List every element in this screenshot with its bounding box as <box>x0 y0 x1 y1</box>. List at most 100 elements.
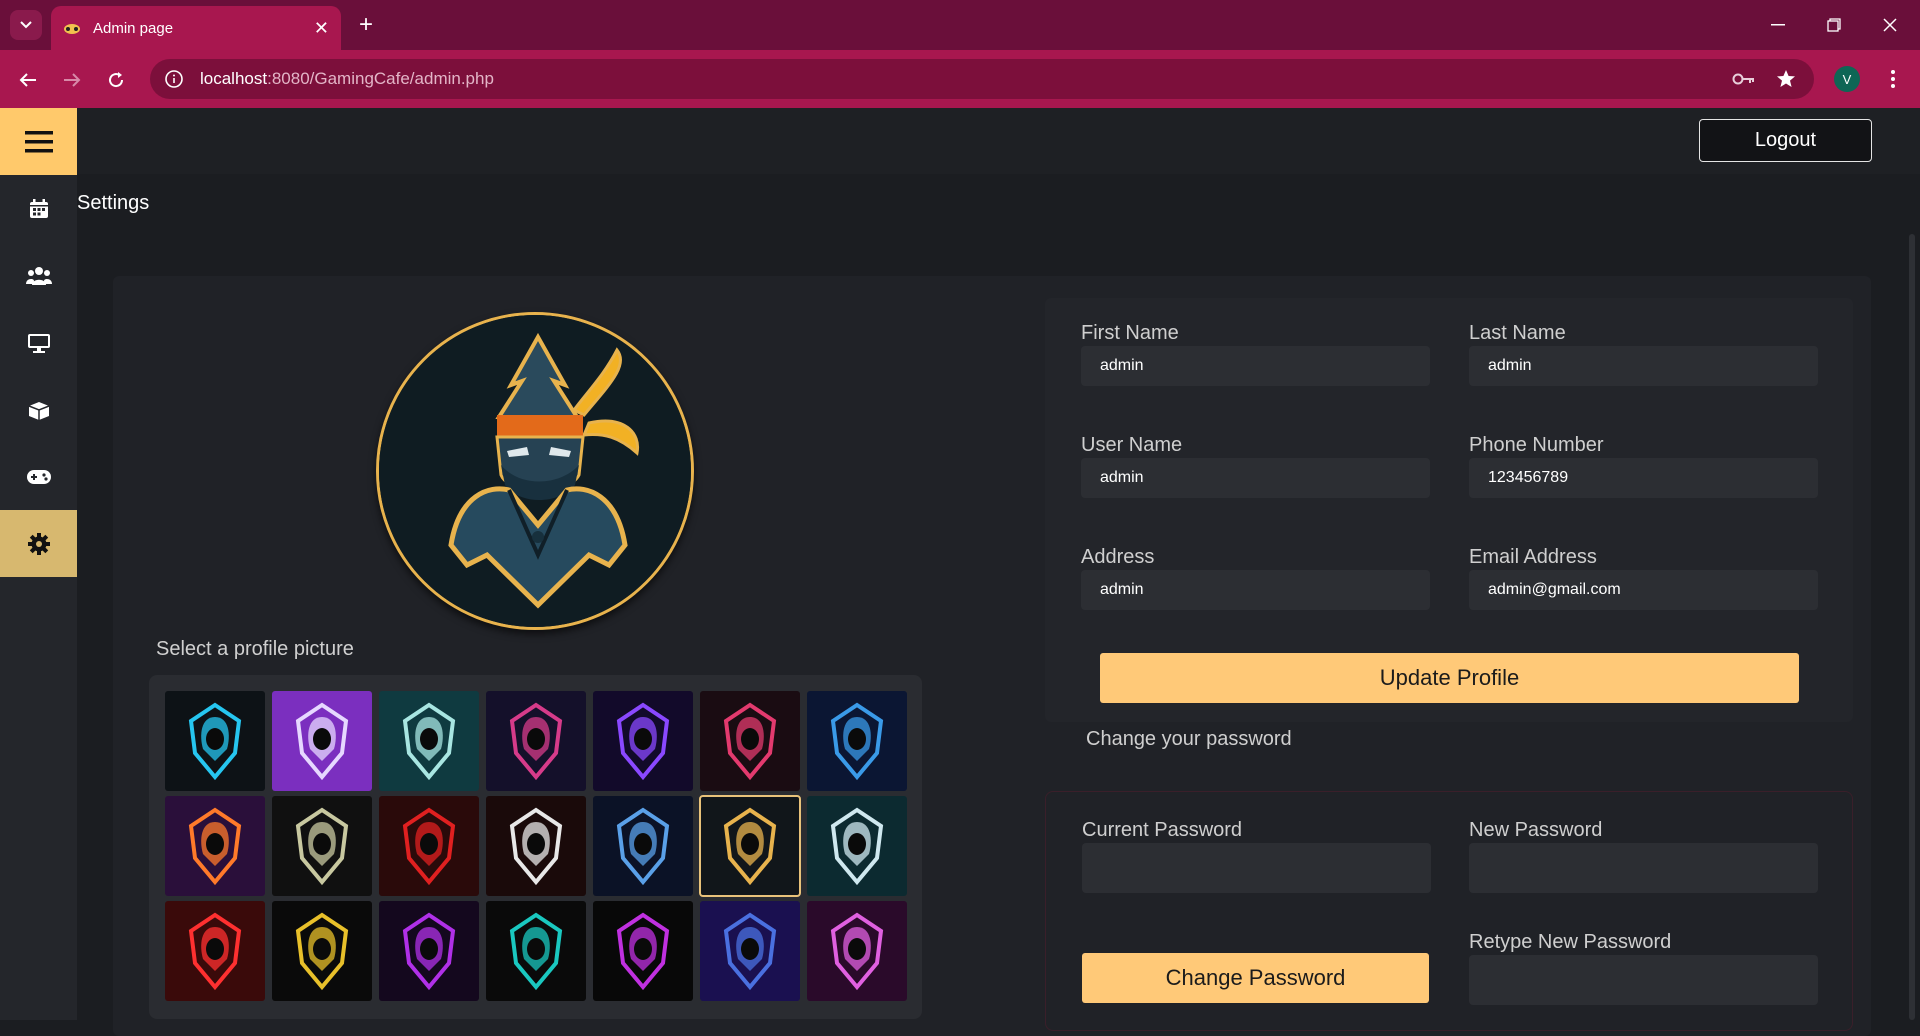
site-info-icon[interactable] <box>154 59 194 99</box>
avatar-thumb-icon <box>723 702 777 781</box>
avatar-option[interactable] <box>699 795 801 897</box>
avatar-option[interactable] <box>379 901 479 1001</box>
close-tab-icon[interactable]: ✕ <box>314 18 329 39</box>
avatar-option[interactable] <box>486 691 586 791</box>
arrow-right-icon <box>64 73 81 87</box>
profile-avatar[interactable]: V <box>1834 66 1860 92</box>
avatar-option[interactable] <box>593 691 693 791</box>
sidebar-item-packages[interactable] <box>0 376 77 443</box>
tab-title: Admin page <box>93 19 174 37</box>
avatar-thumb-icon <box>402 807 456 886</box>
browser-tab[interactable]: Admin page ✕ <box>51 6 341 50</box>
avatar-option[interactable] <box>593 796 693 896</box>
avatar-option[interactable] <box>486 796 586 896</box>
avatar-picker <box>149 675 922 1019</box>
avatar-thumb-icon <box>402 912 456 991</box>
browser-tab-strip: Admin page ✕ + <box>0 0 1920 50</box>
avatar-option[interactable] <box>807 691 907 791</box>
avatar-option[interactable] <box>807 796 907 896</box>
new-password-label: New Password <box>1469 819 1603 841</box>
reload-icon <box>109 72 124 88</box>
last-name-input[interactable] <box>1469 346 1818 386</box>
avatar-option[interactable] <box>700 901 800 1001</box>
gamepad-favicon-icon <box>64 24 80 34</box>
logout-button[interactable]: Logout <box>1699 119 1872 162</box>
avatar-thumb-icon <box>509 702 563 781</box>
address-label: Address <box>1081 546 1155 568</box>
avatar-thumb-icon <box>830 807 884 886</box>
current-avatar <box>376 312 694 630</box>
select-picture-label: Select a profile picture <box>156 638 354 660</box>
email-input[interactable] <box>1469 570 1818 610</box>
current-password-input[interactable] <box>1082 843 1431 893</box>
bookmark-star-icon[interactable] <box>1774 67 1798 91</box>
avatar-thumb-icon <box>616 807 670 886</box>
sidebar-menu-toggle[interactable] <box>0 108 77 175</box>
sidebar-item-games[interactable] <box>0 443 77 510</box>
reload-button[interactable] <box>100 64 132 96</box>
avatar-option[interactable] <box>807 901 907 1001</box>
retype-password-input[interactable] <box>1469 955 1818 1005</box>
change-password-heading: Change your password <box>1086 728 1292 750</box>
gamepad-icon <box>26 469 51 484</box>
avatar-thumb-icon <box>295 702 349 781</box>
update-profile-button[interactable]: Update Profile <box>1100 653 1799 703</box>
gear-icon <box>27 532 50 555</box>
address-bar[interactable]: localhost:8080/GamingCafe/admin.php <box>150 59 1814 99</box>
first-name-input[interactable] <box>1081 346 1430 386</box>
avatar-thumb-icon <box>723 807 777 886</box>
avatar-thumb-icon <box>295 807 349 886</box>
minimize-button[interactable] <box>1750 0 1806 50</box>
avatar-option[interactable] <box>379 796 479 896</box>
close-window-button[interactable] <box>1862 0 1918 50</box>
new-tab-button[interactable]: + <box>352 8 380 42</box>
url-text[interactable]: localhost:8080/GamingCafe/admin.php <box>200 69 494 89</box>
avatar-option[interactable] <box>165 796 265 896</box>
avatar-option[interactable] <box>486 901 586 1001</box>
user-name-label: User Name <box>1081 434 1183 456</box>
minimize-icon <box>1771 24 1785 26</box>
avatar-option[interactable] <box>272 691 372 791</box>
avatar-thumb-icon <box>509 807 563 886</box>
arrow-left-icon <box>19 73 36 87</box>
url-path: :8080/GamingCafe/admin.php <box>267 69 494 88</box>
address-input[interactable] <box>1081 570 1430 610</box>
browser-toolbar: localhost:8080/GamingCafe/admin.php V <box>0 50 1920 108</box>
avatar-option[interactable] <box>700 691 800 791</box>
avatar-option[interactable] <box>272 901 372 1001</box>
change-password-button[interactable]: Change Password <box>1082 953 1429 1003</box>
avatar-thumb-icon <box>509 912 563 991</box>
page-scrollbar[interactable] <box>1909 234 1915 1020</box>
avatar-option[interactable] <box>165 901 265 1001</box>
avatar-thumb-icon <box>830 702 884 781</box>
email-label: Email Address <box>1469 546 1597 568</box>
back-button[interactable] <box>12 64 44 96</box>
restore-button[interactable] <box>1806 0 1862 50</box>
avatar-thumb-icon <box>188 807 242 886</box>
phone-input[interactable] <box>1469 458 1818 498</box>
first-name-label: First Name <box>1081 322 1179 344</box>
avatar-option[interactable] <box>165 691 265 791</box>
last-name-label: Last Name <box>1469 322 1566 344</box>
avatar-option[interactable] <box>593 901 693 1001</box>
box-icon <box>28 401 49 420</box>
avatar-thumb-icon <box>188 702 242 781</box>
calendar-icon <box>29 198 48 218</box>
avatar-option[interactable] <box>379 691 479 791</box>
page-body: Logout Settings Select a profile picture… <box>0 108 1920 1036</box>
sidebar-item-users[interactable] <box>0 242 77 309</box>
tab-search-button[interactable] <box>10 10 42 40</box>
avatar-option[interactable] <box>272 796 372 896</box>
avatar-thumb-icon <box>188 912 242 991</box>
forward-button[interactable] <box>56 64 88 96</box>
sidebar-item-computers[interactable] <box>0 309 77 376</box>
sidebar-item-settings[interactable] <box>0 510 77 577</box>
menu-icon <box>24 130 53 152</box>
restore-icon <box>1827 18 1841 32</box>
key-icon[interactable] <box>1732 67 1756 91</box>
top-bar <box>77 108 1920 174</box>
user-name-input[interactable] <box>1081 458 1430 498</box>
more-menu-icon[interactable] <box>1883 62 1903 96</box>
sidebar-item-calendar[interactable] <box>0 175 77 242</box>
new-password-input[interactable] <box>1469 843 1818 893</box>
